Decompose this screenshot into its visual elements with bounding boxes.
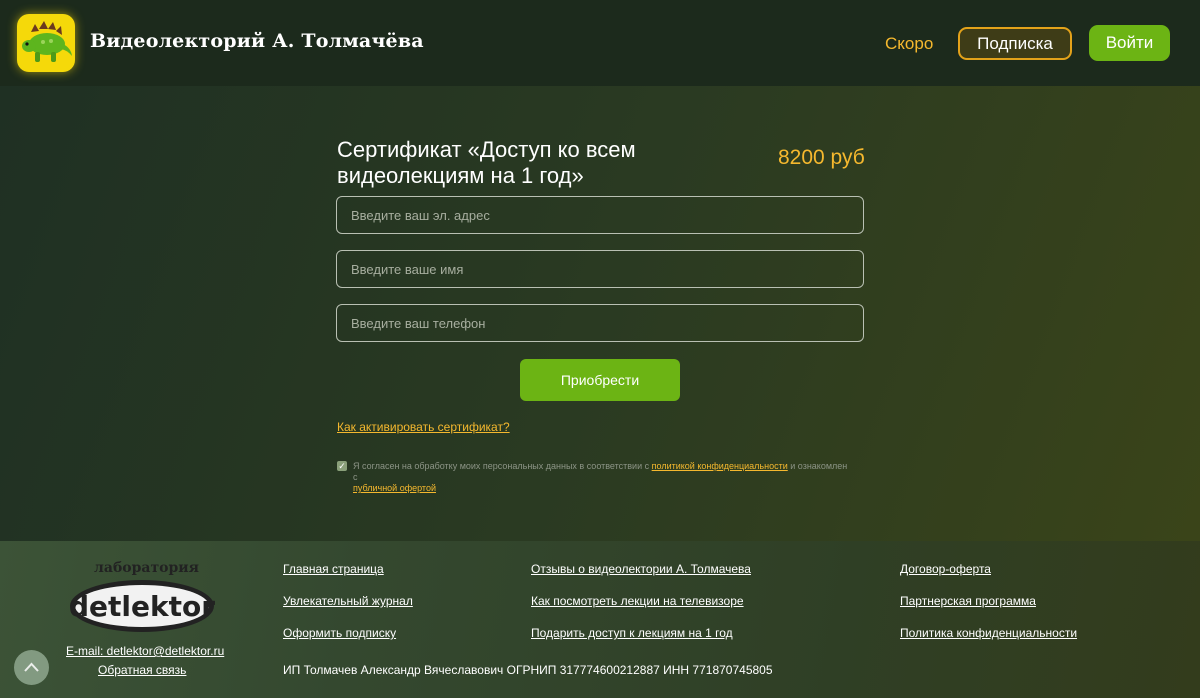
detlektor-logo: detlektor — [68, 576, 216, 634]
nav-soon-link[interactable]: Скоро — [885, 34, 933, 54]
site-header: Видеолекторий А. Толмачёва Скоро Подписк… — [0, 0, 1200, 86]
footer-link-journal[interactable]: Увлекательный журнал — [283, 594, 413, 608]
checkmark-icon: ✓ — [338, 461, 346, 471]
buy-button[interactable]: Приобрести — [520, 359, 680, 401]
login-button[interactable]: Войти — [1089, 25, 1170, 61]
name-field[interactable] — [336, 250, 864, 288]
consent-checkbox[interactable]: ✓ — [337, 461, 347, 471]
footer-link-offer[interactable]: Договор-оферта — [900, 562, 991, 576]
footer-link-reviews[interactable]: Отзывы о видеолектории А. Толмачева — [531, 562, 751, 576]
footer-link-gift[interactable]: Подарить доступ к лекциям на 1 год — [531, 626, 733, 640]
certificate-title: Сертификат «Доступ ко всем видеолекциям … — [337, 137, 636, 188]
scroll-to-top-button[interactable] — [14, 650, 49, 685]
consent-text: Я согласен на обработку моих персональны… — [353, 461, 853, 494]
email-field[interactable] — [336, 196, 864, 234]
consent-text-before: Я согласен на обработку моих персональны… — [353, 461, 650, 471]
footer-link-tv[interactable]: Как посмотреть лекции на телевизоре — [531, 594, 744, 608]
certificate-price: 8200 руб — [778, 146, 865, 169]
public-offer-link[interactable]: публичной офертой — [353, 483, 436, 493]
chevron-up-icon — [24, 662, 39, 672]
footer-feedback-link[interactable]: Обратная связь — [98, 663, 186, 677]
activate-certificate-link[interactable]: Как активировать сертификат? — [337, 420, 510, 434]
footer-link-privacy[interactable]: Политика конфиденциальности — [900, 626, 1077, 640]
dinosaur-logo-icon[interactable] — [17, 14, 75, 72]
footer-lab-text: лаборатория — [94, 560, 200, 576]
footer-link-home[interactable]: Главная страница — [283, 562, 384, 576]
phone-field[interactable] — [336, 304, 864, 342]
footer-link-partner[interactable]: Партнерская программа — [900, 594, 1036, 608]
brand-title[interactable]: Видеолекторий А. Толмачёва — [90, 30, 424, 52]
footer-link-subscribe[interactable]: Оформить подписку — [283, 626, 396, 640]
footer-email-link[interactable]: E-mail: detlektor@detlektor.ru — [66, 644, 224, 658]
subscribe-button[interactable]: Подписка — [958, 27, 1072, 60]
footer-logo-text: detlektor — [69, 590, 215, 623]
privacy-policy-link[interactable]: политикой конфиденциальности — [652, 461, 788, 471]
footer-legal-info: ИП Толмачев Александр Вячеславович ОГРНИ… — [283, 663, 773, 677]
